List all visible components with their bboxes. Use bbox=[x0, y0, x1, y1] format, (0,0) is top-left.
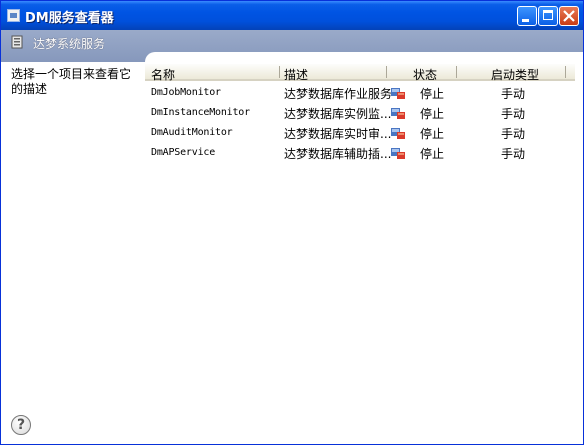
service-name: DmInstanceMonitor bbox=[151, 107, 250, 118]
service-description: 达梦数据库实例监... bbox=[284, 107, 392, 121]
service-name: DmAPService bbox=[151, 147, 216, 158]
minimize-button[interactable] bbox=[517, 6, 537, 26]
service-status: 停止 bbox=[420, 127, 445, 141]
service-description: 达梦数据库辅助插... bbox=[284, 147, 392, 161]
service-status: 停止 bbox=[420, 147, 445, 161]
content-tab-edge bbox=[145, 52, 583, 64]
service-startup-type: 手动 bbox=[501, 127, 526, 141]
column-header-name[interactable]: 名称 bbox=[151, 66, 175, 83]
table-row[interactable]: DmAuditMonitor 达梦数据库实时审... 停止 手动 bbox=[145, 123, 575, 143]
column-header-status[interactable]: 状态 bbox=[413, 66, 437, 83]
service-stopped-icon bbox=[391, 88, 405, 99]
service-name: DmAuditMonitor bbox=[151, 127, 233, 138]
service-description: 达梦数据库实时审... bbox=[284, 127, 392, 141]
title-bar[interactable]: DM服务查看器 bbox=[1, 1, 583, 30]
list-header: 名称 描述 状态 启动类型 bbox=[145, 64, 575, 83]
service-startup-type: 手动 bbox=[501, 147, 526, 161]
service-stopped-icon bbox=[391, 128, 405, 139]
service-name: DmJobMonitor bbox=[151, 87, 221, 98]
description-pane: 选择一个项目来查看它的描述 bbox=[11, 67, 139, 97]
service-startup-type: 手动 bbox=[501, 107, 526, 121]
service-startup-type: 手动 bbox=[501, 87, 526, 101]
column-divider[interactable] bbox=[386, 66, 387, 78]
column-divider[interactable] bbox=[565, 66, 566, 78]
service-stopped-icon bbox=[391, 108, 405, 119]
column-header-description[interactable]: 描述 bbox=[284, 66, 308, 83]
service-description: 达梦数据库作业服务 bbox=[284, 87, 393, 101]
window-title: DM服务查看器 bbox=[25, 11, 114, 26]
table-row[interactable]: DmJobMonitor 达梦数据库作业服务 停止 手动 bbox=[145, 83, 575, 103]
table-row[interactable]: DmInstanceMonitor 达梦数据库实例监... 停止 手动 bbox=[145, 103, 575, 123]
dm-service-viewer-window: DM服务查看器 达梦系统服务 选择一个项目来查看它的描述 ? 名称 描述 状态 bbox=[0, 0, 584, 445]
service-stopped-icon bbox=[391, 148, 405, 159]
description-hint: 选择一个项目来查看它的描述 bbox=[11, 67, 132, 96]
table-row[interactable]: DmAPService 达梦数据库辅助插... 停止 手动 bbox=[145, 143, 575, 163]
service-status: 停止 bbox=[420, 87, 445, 101]
column-divider[interactable] bbox=[456, 66, 457, 78]
app-window-icon bbox=[7, 9, 20, 22]
maximize-button[interactable] bbox=[538, 6, 558, 26]
band-title: 达梦系统服务 bbox=[33, 37, 106, 51]
help-icon[interactable]: ? bbox=[11, 415, 31, 435]
service-status: 停止 bbox=[420, 107, 445, 121]
column-divider[interactable] bbox=[279, 66, 280, 78]
column-header-startup-type[interactable]: 启动类型 bbox=[491, 66, 539, 83]
close-icon bbox=[563, 10, 575, 22]
close-button[interactable] bbox=[559, 6, 579, 26]
services-icon bbox=[11, 35, 23, 49]
